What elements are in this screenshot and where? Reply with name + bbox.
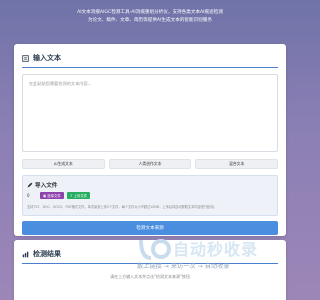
upload-note: 支持TXT、DOC、DOCX、PDF格式文件，单次最多上传5个文件，每个文件大小… — [27, 205, 217, 209]
watermark-tagline: 散上链接 → 来访一次 → 自动收录 — [137, 263, 230, 270]
input-section-title: 输入文本 — [14, 44, 286, 67]
header-banner: AI文本消痕AIGC检测工具-AI消痕重组分析仪，支持各类文本AI痕迹检测 为论… — [0, 0, 300, 42]
upload-file-label: 上传文件 — [73, 194, 88, 198]
input-card: 输入文本 在此粘贴您需要检测的文本内容... AI生成文本 人类创作文本 混合文… — [14, 44, 286, 236]
ai-text-sample-button[interactable]: AI生成文本 — [22, 159, 105, 169]
sample-buttons: AI生成文本 人类创作文本 混合文本 — [22, 159, 279, 169]
chart-icon — [22, 251, 29, 258]
upload-title: 导入文件 — [27, 181, 57, 189]
input-title-label: 输入文本 — [33, 54, 61, 62]
watermark: 自动秒收录 散上链接 → 来访一次 → 自动收录 — [135, 236, 285, 276]
upload-icon: ↑ — [69, 193, 73, 198]
header-line-2: 为论文、稿件、文章、简历等提供AI生成文本的智能识别服务 — [88, 18, 212, 23]
mixed-text-sample-button[interactable]: 混合文本 — [195, 159, 279, 169]
text-input-area[interactable]: 在此粘贴您需要检测的文本内容... — [22, 74, 278, 152]
header-line-1: AI文本消痕AIGC检测工具-AI消痕重组分析仪，支持各类文本AI痕迹检测 — [77, 10, 223, 15]
watermark-logo-icon — [139, 239, 171, 260]
edit-icon — [22, 54, 29, 62]
result-title-label: 检测结果 — [33, 250, 61, 258]
pencil-icon — [27, 182, 33, 188]
upload-controls: 0 ▣ 选择文件 ↑ 上传文件 — [27, 192, 91, 199]
upload-panel: 导入文件 0 ▣ 选择文件 ↑ 上传文件 支持TXT、DOC、DOCX、PDF格… — [22, 175, 278, 216]
select-file-label: 选择文件 — [47, 194, 61, 198]
text-input-placeholder: 在此粘贴您需要检测的文本内容... — [29, 81, 92, 86]
title-divider — [22, 67, 278, 68]
human-text-sample-button[interactable]: 人类创作文本 — [108, 159, 192, 169]
watermark-brand: 自动秒收录 — [173, 240, 259, 259]
select-file-button[interactable]: ▣ 选择文件 — [40, 192, 64, 199]
folder-icon: ▣ — [43, 193, 47, 198]
upload-title-label: 导入文件 — [35, 183, 58, 189]
upload-file-button[interactable]: ↑ 上传文件 — [66, 192, 91, 199]
detect-source-button[interactable]: 检测文本来源 — [22, 221, 278, 235]
file-count: 0 — [27, 193, 30, 198]
